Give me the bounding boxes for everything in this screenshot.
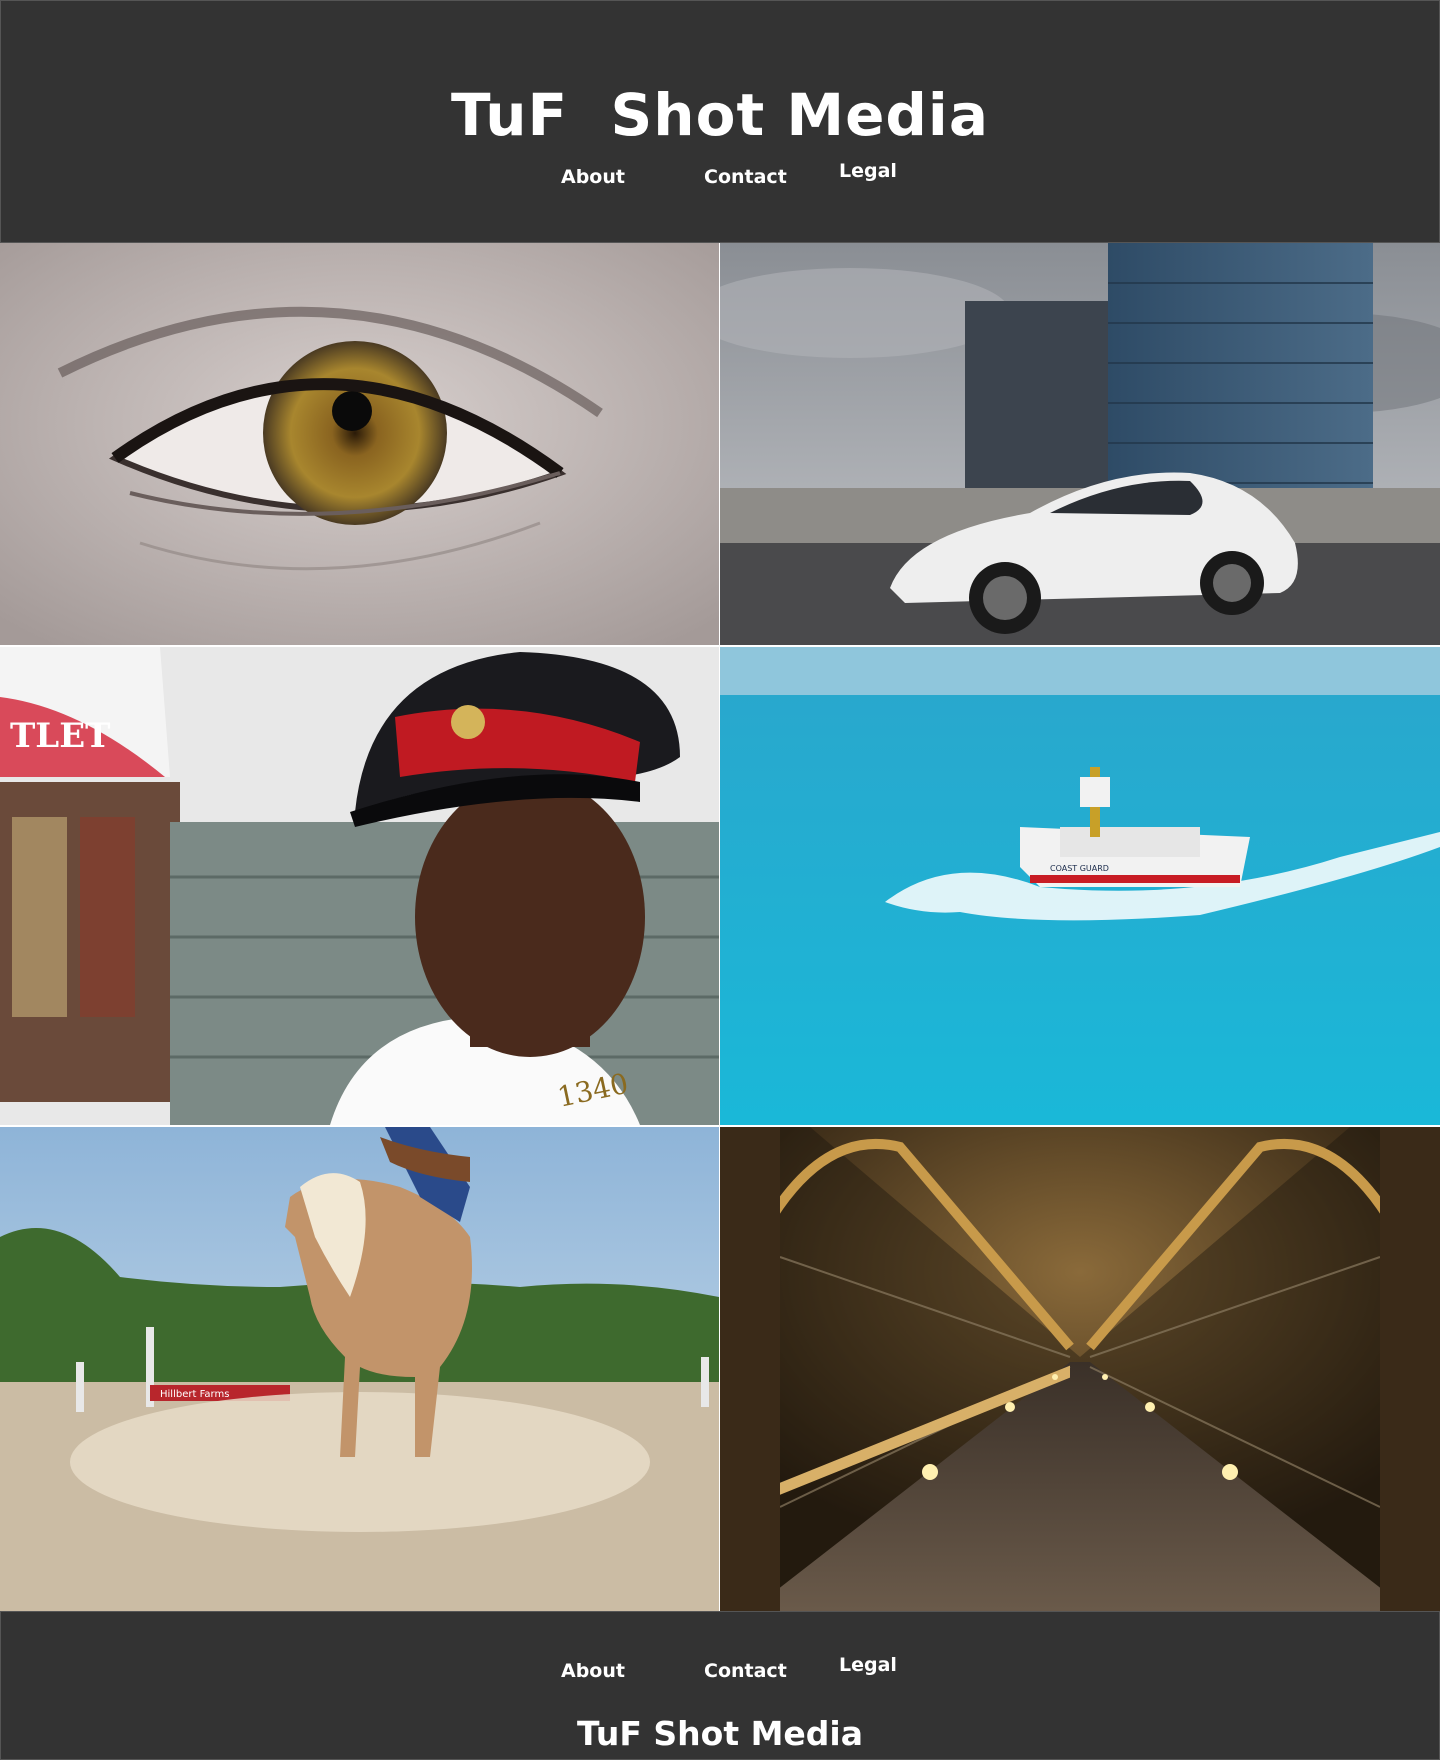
photo-horse[interactable]: Hillbert Farms bbox=[0, 1127, 719, 1611]
car-image bbox=[720, 243, 1440, 645]
photo-bridge[interactable] bbox=[720, 1127, 1440, 1611]
soldier-image: TLET 1340 bbox=[0, 647, 719, 1125]
photo-car[interactable] bbox=[720, 243, 1440, 645]
site-title: TuF Shot Media bbox=[451, 81, 989, 149]
footer-contact-link[interactable]: Contact bbox=[704, 1660, 787, 1682]
photo-eye[interactable] bbox=[0, 243, 719, 645]
bridge-image bbox=[720, 1127, 1440, 1611]
storefront-sign-text: TLET bbox=[10, 716, 110, 756]
horse-image: Hillbert Farms bbox=[0, 1127, 719, 1611]
photo-boat[interactable]: COAST GUARD bbox=[720, 647, 1440, 1125]
boat-image: COAST GUARD bbox=[720, 647, 1440, 1125]
footer-legal-link[interactable]: Legal bbox=[839, 1654, 897, 1676]
boat-hull-text: COAST GUARD bbox=[1050, 864, 1109, 873]
footer-title: TuF Shot Media bbox=[576, 1714, 864, 1753]
fence-banner-text: Hillbert Farms bbox=[160, 1389, 229, 1400]
footer-about-link[interactable]: About bbox=[561, 1660, 625, 1682]
nav-legal-link[interactable]: Legal bbox=[839, 160, 897, 182]
site-header: TuF Shot Media About Contact Legal bbox=[0, 0, 1440, 243]
nav-contact-link[interactable]: Contact bbox=[704, 166, 787, 188]
photo-soldier[interactable]: TLET 1340 bbox=[0, 647, 719, 1125]
eye-image bbox=[0, 243, 719, 645]
nav-about-link[interactable]: About bbox=[561, 166, 625, 188]
site-footer: About Contact Legal TuF Shot Media bbox=[0, 1611, 1440, 1760]
